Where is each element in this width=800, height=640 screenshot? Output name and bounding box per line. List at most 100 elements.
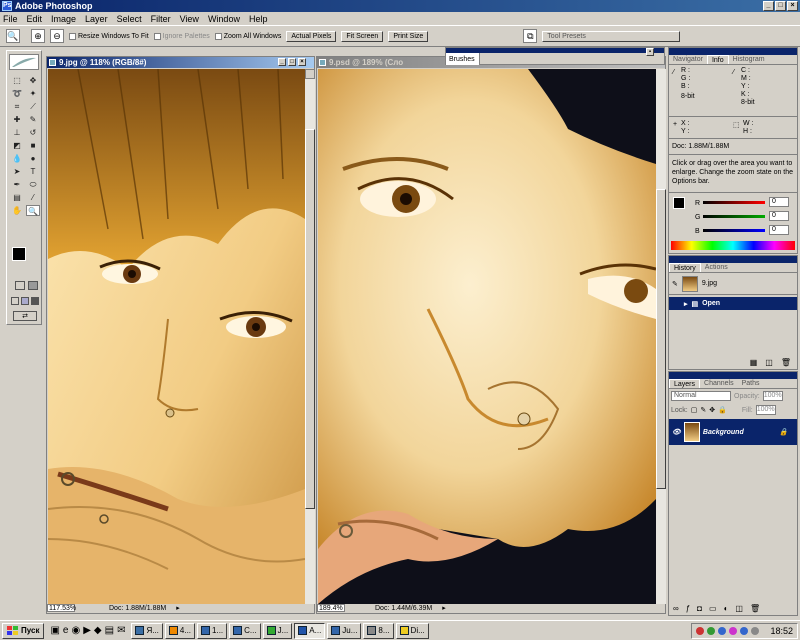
doc-close-button[interactable]: × bbox=[298, 58, 306, 66]
red-value-field[interactable]: 0 bbox=[769, 197, 789, 207]
gradient-tool-icon[interactable]: ■ bbox=[26, 140, 40, 151]
taskbar-item-9[interactable]: Di... bbox=[395, 622, 429, 639]
status-menu-arrow-icon[interactable]: ▸ bbox=[442, 604, 446, 612]
tray-icon-6[interactable] bbox=[751, 627, 760, 635]
brush-tool-icon[interactable]: ✎ bbox=[26, 114, 40, 125]
blue-value-field[interactable]: 0 bbox=[769, 225, 789, 235]
blue-slider[interactable] bbox=[703, 229, 765, 232]
blend-mode-select[interactable]: Normal bbox=[671, 391, 731, 401]
jump-to-imageready-icon[interactable]: ⇄ bbox=[13, 311, 37, 321]
add-mask-icon[interactable]: ◘ bbox=[697, 604, 702, 613]
tab-info[interactable]: Info bbox=[706, 55, 729, 64]
media-icon[interactable]: ▶ bbox=[83, 625, 91, 636]
eyedropper-tool-icon[interactable]: ⁄ bbox=[26, 192, 40, 203]
fit-screen-button[interactable]: Fit Screen bbox=[341, 30, 384, 42]
scroll-thumb[interactable] bbox=[305, 129, 315, 509]
app-icon[interactable]: ◆ bbox=[94, 625, 102, 636]
path-selection-tool-icon[interactable]: ➤ bbox=[10, 166, 24, 177]
tab-actions[interactable]: Actions bbox=[701, 263, 732, 272]
zoom-tool-preset-icon[interactable]: 🔍 bbox=[6, 29, 20, 43]
menu-image[interactable]: Image bbox=[51, 14, 76, 24]
lasso-tool-icon[interactable]: ➰ bbox=[10, 88, 24, 99]
new-snapshot-icon[interactable]: ◫ bbox=[765, 358, 773, 367]
new-layer-icon[interactable]: ◫ bbox=[735, 604, 743, 613]
ignore-palettes-checkbox[interactable]: Ignore Palettes bbox=[153, 32, 210, 40]
tab-paths[interactable]: Paths bbox=[738, 379, 764, 388]
slice-tool-icon[interactable]: ⟋ bbox=[26, 101, 40, 112]
taskbar-item-2[interactable]: 4... bbox=[164, 622, 196, 639]
green-value-field[interactable]: 0 bbox=[769, 211, 789, 221]
tab-history[interactable]: History bbox=[669, 263, 701, 272]
fg-color-swatch[interactable] bbox=[673, 197, 685, 209]
document-window-9-psd[interactable]: 9.psd @ 189% (Сло 189.4% Doc: 1.44M/6.39… bbox=[316, 56, 666, 614]
taskbar-item-1[interactable]: Я... bbox=[131, 622, 163, 639]
layer-row-background[interactable]: 👁 Background 🔒 bbox=[669, 419, 797, 445]
full-screen-mode-icon[interactable] bbox=[31, 297, 39, 305]
taskbar-item-8[interactable]: 8... bbox=[363, 622, 394, 639]
marquee-tool-icon[interactable]: ⬚ bbox=[10, 75, 24, 86]
standard-mode-icon[interactable] bbox=[15, 281, 25, 290]
zoom-tool-icon[interactable]: 🔍 bbox=[26, 205, 40, 216]
fill-field[interactable]: 100% bbox=[755, 405, 776, 415]
folder-icon[interactable]: ▤ bbox=[105, 625, 114, 636]
tray-icon-1[interactable] bbox=[696, 627, 705, 635]
palette-menu-icon[interactable]: ▪ bbox=[646, 48, 654, 56]
eraser-tool-icon[interactable]: ◩ bbox=[10, 140, 24, 151]
tab-channels[interactable]: Channels bbox=[700, 379, 738, 388]
adjustment-layer-icon[interactable]: ◐ bbox=[724, 604, 729, 613]
taskbar-item-5[interactable]: J... bbox=[262, 622, 293, 639]
menu-window[interactable]: Window bbox=[208, 14, 240, 24]
dodge-tool-icon[interactable]: ● bbox=[26, 153, 40, 164]
adobe-online-icon[interactable] bbox=[9, 54, 39, 70]
clock[interactable]: 18:52 bbox=[770, 626, 793, 636]
opacity-field[interactable]: 100% bbox=[762, 391, 783, 401]
resize-windows-checkbox[interactable]: Resize Windows To Fit bbox=[69, 32, 149, 40]
vertical-scrollbar[interactable] bbox=[305, 69, 315, 604]
zoom-all-windows-checkbox[interactable]: Zoom All Windows bbox=[214, 32, 281, 40]
green-slider[interactable] bbox=[703, 215, 765, 218]
taskbar-item-photoshop[interactable]: А... bbox=[294, 622, 326, 639]
zoom-in-icon[interactable]: ⊕ bbox=[31, 29, 45, 43]
menu-filter[interactable]: Filter bbox=[151, 14, 171, 24]
tray-icon-5[interactable] bbox=[740, 627, 749, 635]
menu-layer[interactable]: Layer bbox=[85, 14, 108, 24]
lock-transparency-icon[interactable]: ▢ bbox=[691, 406, 698, 414]
taskbar-item-3[interactable]: 1... bbox=[197, 622, 228, 639]
layer-style-icon[interactable]: ƒ bbox=[686, 604, 690, 613]
tray-icon-4[interactable] bbox=[729, 627, 738, 635]
standard-screen-mode-icon[interactable] bbox=[11, 297, 19, 305]
menu-edit[interactable]: Edit bbox=[27, 14, 43, 24]
zoom-level-field-2[interactable]: 189.4% bbox=[317, 604, 345, 612]
taskbar-item-4[interactable]: С... bbox=[229, 622, 261, 639]
menu-file[interactable]: File bbox=[3, 14, 18, 24]
doc-minimize-button[interactable]: _ bbox=[278, 58, 286, 66]
menu-help[interactable]: Help bbox=[249, 14, 268, 24]
lock-position-icon[interactable]: ✥ bbox=[709, 406, 715, 414]
outlook-icon[interactable]: ✉ bbox=[117, 625, 125, 636]
canvas-photo-1[interactable] bbox=[48, 69, 305, 604]
close-button[interactable]: × bbox=[787, 1, 798, 11]
scroll-thumb-2[interactable] bbox=[656, 189, 666, 489]
vertical-scrollbar-2[interactable] bbox=[656, 69, 666, 604]
palette-well-icon[interactable]: ⧉ bbox=[523, 29, 538, 43]
scroll-up-icon[interactable] bbox=[305, 69, 315, 79]
zoom-out-icon[interactable]: ⊖ bbox=[50, 29, 64, 43]
brushes-tab[interactable]: Brushes bbox=[446, 53, 480, 65]
notes-tool-icon[interactable]: ▤ bbox=[10, 192, 24, 203]
lock-all-icon[interactable]: 🔒 bbox=[718, 406, 727, 414]
red-slider[interactable] bbox=[703, 201, 765, 204]
brushes-palette[interactable]: Brushes ▪ bbox=[445, 47, 665, 65]
menu-select[interactable]: Select bbox=[117, 14, 142, 24]
tab-layers[interactable]: Layers bbox=[669, 379, 701, 388]
show-desktop-icon[interactable]: ▣ bbox=[50, 625, 59, 636]
tool-presets-tab[interactable]: Tool Presets bbox=[542, 30, 681, 42]
history-brush-source-icon[interactable]: ✎ bbox=[672, 280, 678, 288]
color-spectrum-bar[interactable] bbox=[671, 241, 795, 250]
start-button[interactable]: Пуск bbox=[2, 622, 45, 639]
maximize-button[interactable]: □ bbox=[775, 1, 786, 11]
history-step-open[interactable]: ▸ ▤ Open bbox=[669, 297, 797, 310]
canvas-photo-2[interactable] bbox=[318, 69, 656, 604]
layer-visibility-eye-icon[interactable]: 👁 bbox=[672, 428, 681, 436]
document-window-9-jpg[interactable]: 9.jpg @ 118% (RGB/8#) _ □ × 117.53% Doc:… bbox=[46, 56, 315, 614]
globe-icon[interactable]: ◉ bbox=[71, 625, 80, 636]
